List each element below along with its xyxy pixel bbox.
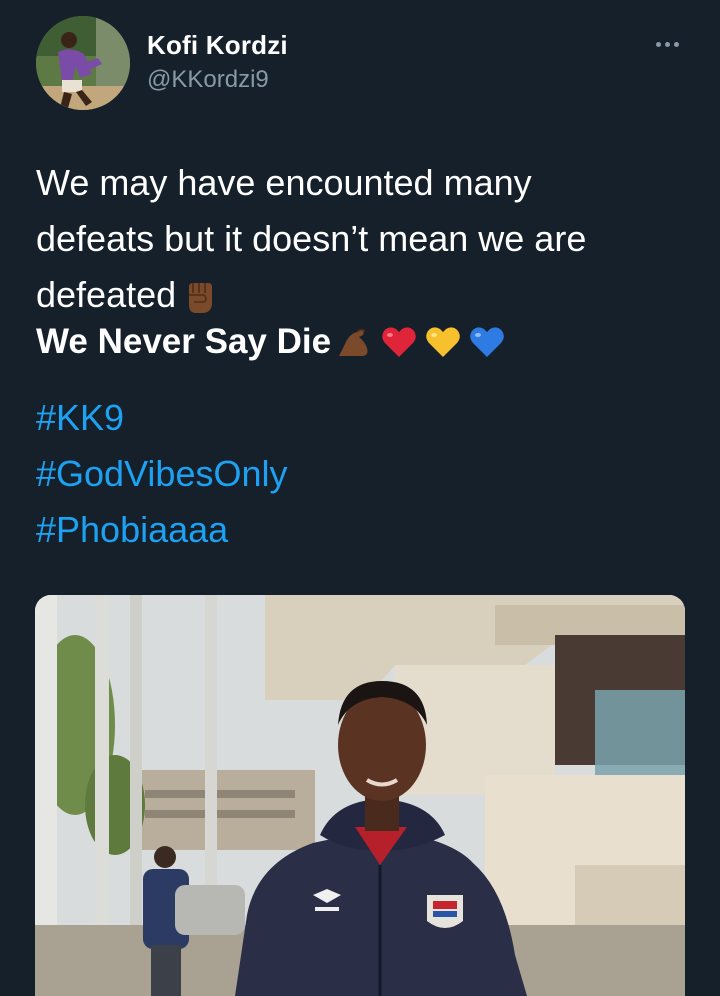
tweet-text: We may have encounted many defeats but i…: [36, 155, 686, 323]
tweet-text-line: We may have encounted many: [36, 162, 532, 203]
tweet-media-photo[interactable]: [35, 595, 685, 996]
hashtag-link[interactable]: #Phobiaaaa: [36, 502, 288, 558]
tweet-bold-line: We Never Say Die: [36, 322, 507, 362]
hashtag-link[interactable]: #GodVibesOnly: [36, 446, 288, 502]
more-dot: [655, 41, 661, 47]
tweet-text-line-with-emoji: defeated: [36, 267, 686, 323]
tweet-text-line: defeats but it doesn’t mean we are: [36, 218, 587, 259]
hashtag-link[interactable]: #KK9: [36, 390, 288, 446]
more-dot: [673, 41, 679, 47]
tweet-bold-text: We Never Say Die: [36, 322, 332, 361]
user-handle[interactable]: @KKordzi9: [147, 66, 269, 94]
red-heart-icon: [379, 322, 419, 362]
blue-heart-icon: [467, 322, 507, 362]
tweet: Kofi Kordzi @KKordzi9 We may have encoun…: [0, 0, 720, 996]
more-icon[interactable]: [650, 30, 684, 58]
photo-image: [35, 595, 685, 996]
hashtag-list: #KK9 #GodVibesOnly #Phobiaaaa: [36, 390, 288, 558]
more-dot: [664, 41, 670, 47]
raised-fist-icon: [180, 277, 220, 317]
yellow-heart-icon: [423, 322, 463, 362]
tweet-text-line: defeated: [36, 274, 177, 315]
flexed-biceps-icon: [335, 322, 375, 362]
profile-photo-icon: [36, 16, 130, 110]
avatar[interactable]: [36, 16, 130, 110]
display-name[interactable]: Kofi Kordzi: [147, 30, 288, 61]
